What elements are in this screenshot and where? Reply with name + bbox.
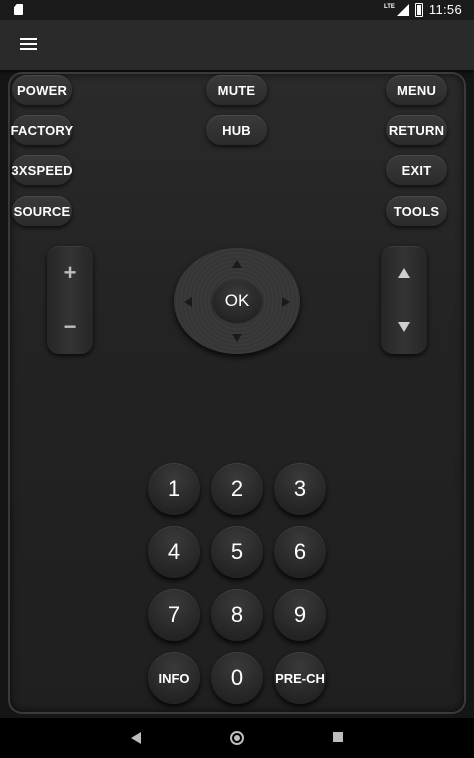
info-button[interactable]: INFO [148,652,200,704]
recents-icon[interactable] [333,732,343,742]
key-2-button[interactable]: 2 [211,463,263,515]
dpad-down-arrow-icon[interactable] [232,334,242,342]
channel-up-button[interactable] [381,246,427,300]
network-type: LTE [384,3,395,10]
key-0-button[interactable]: 0 [211,652,263,704]
volume-down-button[interactable]: − [47,300,93,354]
dpad-right-arrow-icon[interactable] [282,297,290,307]
dpad-left-arrow-icon[interactable] [184,297,192,307]
ok-button[interactable]: OK [213,281,261,321]
key-1-button[interactable]: 1 [148,463,200,515]
status-bar: LTE 11:56 [0,0,474,20]
battery-icon [414,2,423,17]
channel-down-button[interactable] [381,300,427,354]
mute-button[interactable]: MUTE [206,75,267,105]
volume-up-button[interactable]: + [47,246,93,300]
app-bar [0,20,474,70]
dpad: OK [174,248,300,354]
key-9-button[interactable]: 9 [274,589,326,641]
navigation-bar [0,718,474,758]
home-icon[interactable] [230,731,244,745]
factory-button[interactable]: FACTORY [11,115,73,145]
status-icons: LTE 11:56 [384,2,462,17]
down-triangle-icon [398,322,410,332]
power-button[interactable]: POWER [12,75,72,105]
key-5-button[interactable]: 5 [211,526,263,578]
key-7-button[interactable]: 7 [148,589,200,641]
exit-button[interactable]: EXIT [386,155,447,185]
tools-button[interactable]: TOOLS [386,196,447,226]
sd-card-icon [14,4,23,15]
volume-rocker: + − [47,246,93,354]
key-3-button[interactable]: 3 [274,463,326,515]
plus-icon: + [63,260,77,285]
signal-icon [396,3,409,16]
speed-button[interactable]: 3XSPEED [11,155,72,185]
return-button[interactable]: RETURN [386,115,447,145]
key-8-button[interactable]: 8 [211,589,263,641]
source-button[interactable]: SOURCE [12,196,72,226]
key-6-button[interactable]: 6 [274,526,326,578]
hub-button[interactable]: HUB [206,115,267,145]
up-triangle-icon [398,268,410,278]
channel-rocker [381,246,427,354]
key-4-button[interactable]: 4 [148,526,200,578]
clock: 11:56 [428,2,462,17]
pre-ch-button[interactable]: PRE-CH [274,652,326,704]
dpad-up-arrow-icon[interactable] [232,260,242,268]
minus-icon: − [63,314,77,339]
hamburger-menu-icon[interactable] [20,38,37,51]
menu-button[interactable]: MENU [386,75,447,105]
back-icon[interactable] [131,732,141,744]
